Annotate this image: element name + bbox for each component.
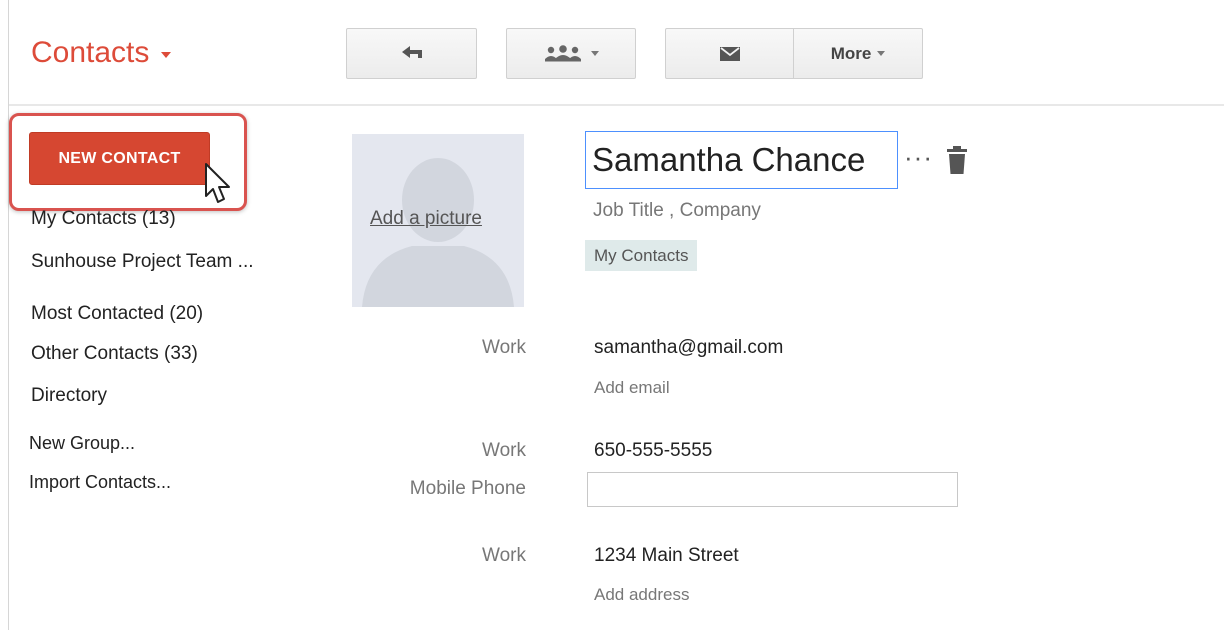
chevron-down-icon <box>161 52 172 58</box>
add-email-link[interactable]: Add email <box>594 378 670 398</box>
contact-name-input[interactable] <box>585 131 898 189</box>
new-contact-button[interactable]: NEW CONTACT <box>29 132 210 185</box>
email-value[interactable]: samantha@gmail.com <box>594 337 783 359</box>
email-button[interactable] <box>665 28 794 79</box>
new-group-link[interactable]: New Group... <box>29 433 135 454</box>
contacts-app-menu[interactable]: Contacts <box>31 36 172 70</box>
header-divider <box>9 104 1224 106</box>
phone-value[interactable]: 650-555-5555 <box>594 440 712 462</box>
people-group-icon <box>545 44 581 61</box>
chevron-down-icon <box>591 51 599 56</box>
add-picture-link[interactable]: Add a picture <box>370 208 482 230</box>
more-button[interactable]: More <box>793 28 923 79</box>
left-border <box>8 0 9 630</box>
job-title-field[interactable]: Job Title <box>593 200 664 221</box>
sidebar-item-directory[interactable]: Directory <box>31 385 107 407</box>
add-address-link[interactable]: Add address <box>594 585 689 605</box>
back-button[interactable] <box>346 28 477 79</box>
sidebar-item-sunhouse-project-team[interactable]: Sunhouse Project Team ... <box>31 251 254 273</box>
group-chip[interactable]: My Contacts <box>585 240 698 271</box>
address-value[interactable]: 1234 Main Street <box>594 545 739 567</box>
mobile-phone-input[interactable] <box>587 472 958 507</box>
email-label: Work <box>482 337 526 358</box>
address-label: Work <box>482 545 526 566</box>
sidebar-item-other-contacts[interactable]: Other Contacts (33) <box>31 343 198 365</box>
contact-photo[interactable]: Add a picture <box>352 134 524 307</box>
more-options-icon[interactable]: ··· <box>904 142 933 173</box>
envelope-icon <box>719 46 740 61</box>
groups-button[interactable] <box>506 28 636 79</box>
app-title: Contacts <box>31 36 150 69</box>
phone-label: Work <box>482 440 526 461</box>
sidebar-item-most-contacted[interactable]: Most Contacted (20) <box>31 303 203 325</box>
mobile-phone-label: Mobile Phone <box>409 478 526 499</box>
sidebar-item-my-contacts[interactable]: My Contacts (13) <box>31 208 176 230</box>
company-field[interactable]: Company <box>680 200 761 221</box>
mouse-pointer-icon <box>205 163 230 203</box>
import-contacts-link[interactable]: Import Contacts... <box>29 472 171 493</box>
chevron-down-icon <box>877 51 886 56</box>
trash-icon[interactable] <box>946 146 968 174</box>
reply-arrow-icon <box>401 45 422 58</box>
more-label: More <box>830 43 872 63</box>
job-company-line: Job Title , Company <box>593 200 761 221</box>
